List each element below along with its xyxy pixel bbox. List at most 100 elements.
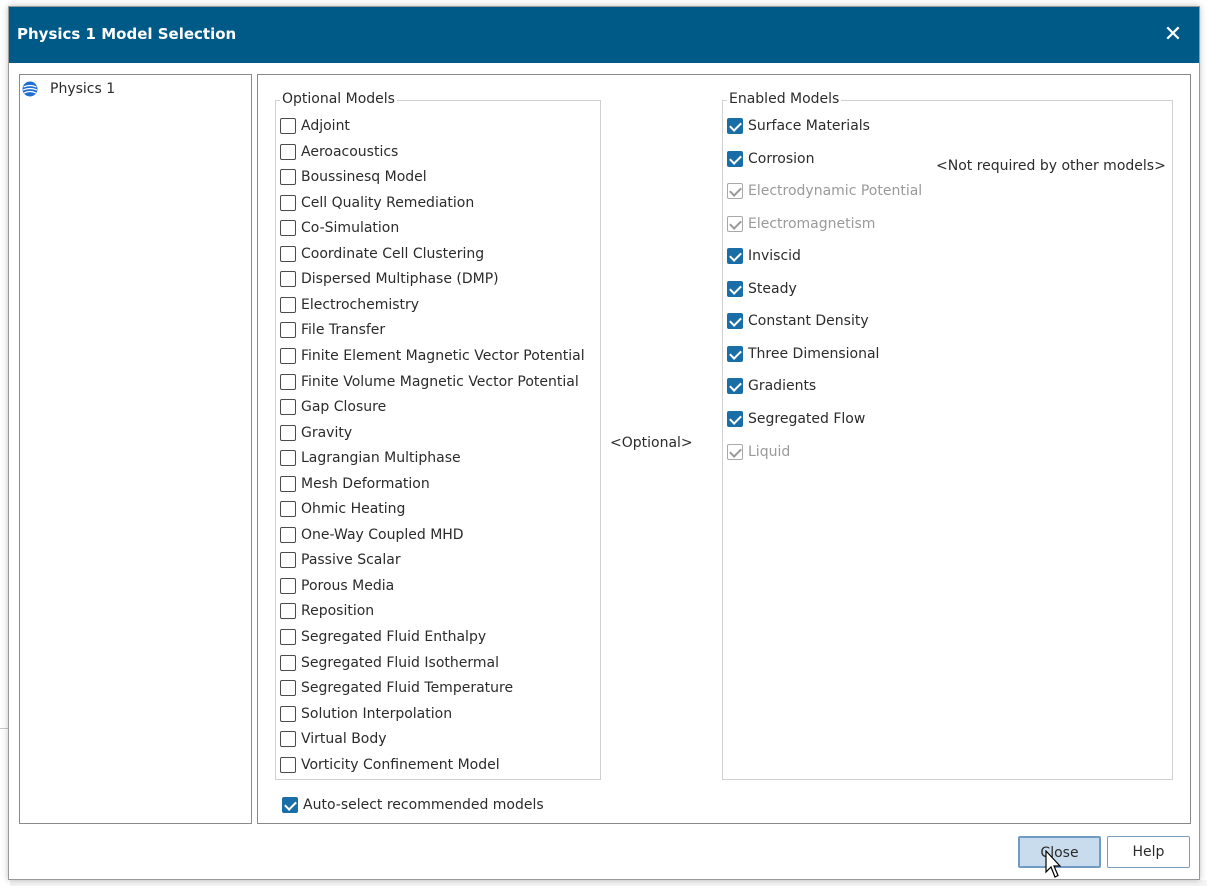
optional-model-item[interactable]: File Transfer <box>280 320 385 340</box>
enabled-model-item[interactable]: Gradients <box>727 376 816 396</box>
model-label: Segregated Fluid Isothermal <box>301 654 499 671</box>
model-label: Gradients <box>748 378 817 395</box>
auto-select-checkbox[interactable]: Auto-select recommended models <box>282 795 544 815</box>
model-label: Virtual Body <box>301 731 387 748</box>
optional-model-item[interactable]: Segregated Fluid Enthalpy <box>280 627 486 647</box>
optional-model-item[interactable]: Dispersed Multiphase (DMP) <box>280 269 499 289</box>
model-label: Electromagnetism <box>748 215 876 232</box>
checkbox[interactable] <box>280 450 296 467</box>
checkbox[interactable] <box>280 118 296 134</box>
optional-model-item[interactable]: Passive Scalar <box>280 550 401 570</box>
optional-model-item[interactable]: Finite Volume Magnetic Vector Potential <box>280 372 579 392</box>
enabled-model-item[interactable]: Three Dimensional <box>727 344 879 364</box>
optional-model-item[interactable]: Porous Media <box>280 576 394 596</box>
checkbox[interactable] <box>280 577 296 594</box>
checkbox[interactable] <box>727 345 743 362</box>
model-label: Segregated Flow <box>748 410 866 427</box>
optional-model-item[interactable]: Segregated Fluid Isothermal <box>280 653 499 673</box>
checkbox[interactable] <box>280 220 296 237</box>
checkbox[interactable] <box>727 118 743 134</box>
checkbox[interactable] <box>280 475 296 492</box>
model-label: Finite Element Magnetic Vector Potential <box>301 347 585 364</box>
model-label: Constant Density <box>748 313 869 330</box>
model-label: Corrosion <box>748 150 815 167</box>
model-label: Porous Media <box>301 577 395 594</box>
checkbox[interactable] <box>727 410 743 427</box>
checkbox[interactable] <box>280 296 296 313</box>
checkbox[interactable] <box>280 731 296 748</box>
optional-models-group: Optional Models Adjoint Aeroacoustics Bous… <box>275 91 601 780</box>
enabled-model-item[interactable]: Steady <box>727 279 797 299</box>
optional-model-item[interactable]: One-Way Coupled MHD <box>280 525 464 545</box>
checkbox <box>727 183 743 200</box>
enabled-model-item[interactable]: Liquid <box>727 442 790 462</box>
enabled-model-item[interactable]: Constant Density <box>727 311 869 331</box>
checkbox[interactable] <box>727 313 743 330</box>
enabled-model-item[interactable]: Inviscid <box>727 246 801 266</box>
optional-model-item[interactable]: Boussinesq Model <box>280 167 427 187</box>
optional-model-item[interactable]: Segregated Fluid Temperature <box>280 678 513 698</box>
enabled-model-item[interactable]: Corrosion <box>727 149 815 169</box>
model-label: Coordinate Cell Clustering <box>301 245 485 262</box>
checkbox[interactable] <box>280 552 296 569</box>
enabled-model-item[interactable]: Electrodynamic Potential <box>727 181 922 201</box>
help-button[interactable]: Help <box>1107 836 1190 868</box>
optional-model-item[interactable]: Gap Closure <box>280 397 386 417</box>
optional-model-item[interactable]: Adjoint <box>280 116 350 136</box>
checkbox[interactable] <box>280 680 296 697</box>
model-label: Cell Quality Remediation <box>301 194 475 211</box>
checkbox[interactable] <box>727 248 743 265</box>
checkbox[interactable] <box>280 654 296 671</box>
checkbox[interactable] <box>280 245 296 262</box>
optional-model-item[interactable]: Gravity <box>280 423 352 443</box>
enabled-models-group: Enabled Models Surface Materials Corrosio… <box>722 91 1173 780</box>
checkbox[interactable] <box>280 322 296 339</box>
checkbox[interactable] <box>727 150 743 167</box>
checkbox[interactable] <box>280 603 296 620</box>
checkbox[interactable] <box>280 501 296 518</box>
checkbox[interactable] <box>280 705 296 722</box>
model-label: Gap Closure <box>301 399 387 416</box>
close-icon[interactable]: ✕ <box>1157 19 1189 51</box>
optional-model-item[interactable]: Solution Interpolation <box>280 704 452 724</box>
model-label: Boussinesq Model <box>301 169 427 186</box>
auto-select-label: Auto-select recommended models <box>303 797 544 813</box>
checkbox <box>727 443 743 460</box>
checkbox[interactable] <box>280 373 296 390</box>
model-label: Steady <box>748 280 797 297</box>
enabled-models-legend: Enabled Models <box>727 91 842 107</box>
checkbox[interactable] <box>727 378 743 395</box>
optional-model-item[interactable]: Lagrangian Multiphase <box>280 448 461 468</box>
checkbox[interactable] <box>280 526 296 543</box>
optional-model-item[interactable]: Coordinate Cell Clustering <box>280 244 484 264</box>
optional-model-item[interactable]: Vorticity Confinement Model <box>280 755 500 775</box>
model-label: Three Dimensional <box>748 345 880 362</box>
model-label: Surface Materials <box>748 118 870 134</box>
optional-model-item[interactable]: Aeroacoustics <box>280 142 398 162</box>
optional-model-item[interactable]: Co-Simulation <box>280 218 399 238</box>
auto-select-check-box[interactable] <box>282 797 298 813</box>
optional-model-item[interactable]: Electrochemistry <box>280 295 419 315</box>
checkbox[interactable] <box>280 271 296 288</box>
checkbox[interactable] <box>280 756 296 773</box>
enabled-model-item[interactable]: Electromagnetism <box>727 214 875 234</box>
optional-model-item[interactable]: Mesh Deformation <box>280 474 430 494</box>
physics-continuum-icon <box>22 81 38 97</box>
optional-model-item[interactable]: Cell Quality Remediation <box>280 193 474 213</box>
tree-item-physics-1[interactable]: Physics 1 <box>22 79 115 99</box>
model-label: Solution Interpolation <box>301 705 453 722</box>
checkbox[interactable] <box>280 194 296 211</box>
optional-model-item[interactable]: Reposition <box>280 601 374 621</box>
checkbox[interactable] <box>280 143 296 160</box>
enabled-model-item[interactable]: Surface Materials <box>727 116 870 136</box>
checkbox[interactable] <box>280 347 296 364</box>
checkbox[interactable] <box>280 399 296 416</box>
checkbox[interactable] <box>280 629 296 645</box>
optional-model-item[interactable]: Virtual Body <box>280 729 387 749</box>
checkbox[interactable] <box>727 280 743 297</box>
optional-model-item[interactable]: Ohmic Heating <box>280 499 405 519</box>
checkbox[interactable] <box>280 424 296 441</box>
optional-model-item[interactable]: Finite Element Magnetic Vector Potential <box>280 346 585 366</box>
checkbox[interactable] <box>280 169 296 186</box>
enabled-model-item[interactable]: Segregated Flow <box>727 409 865 429</box>
